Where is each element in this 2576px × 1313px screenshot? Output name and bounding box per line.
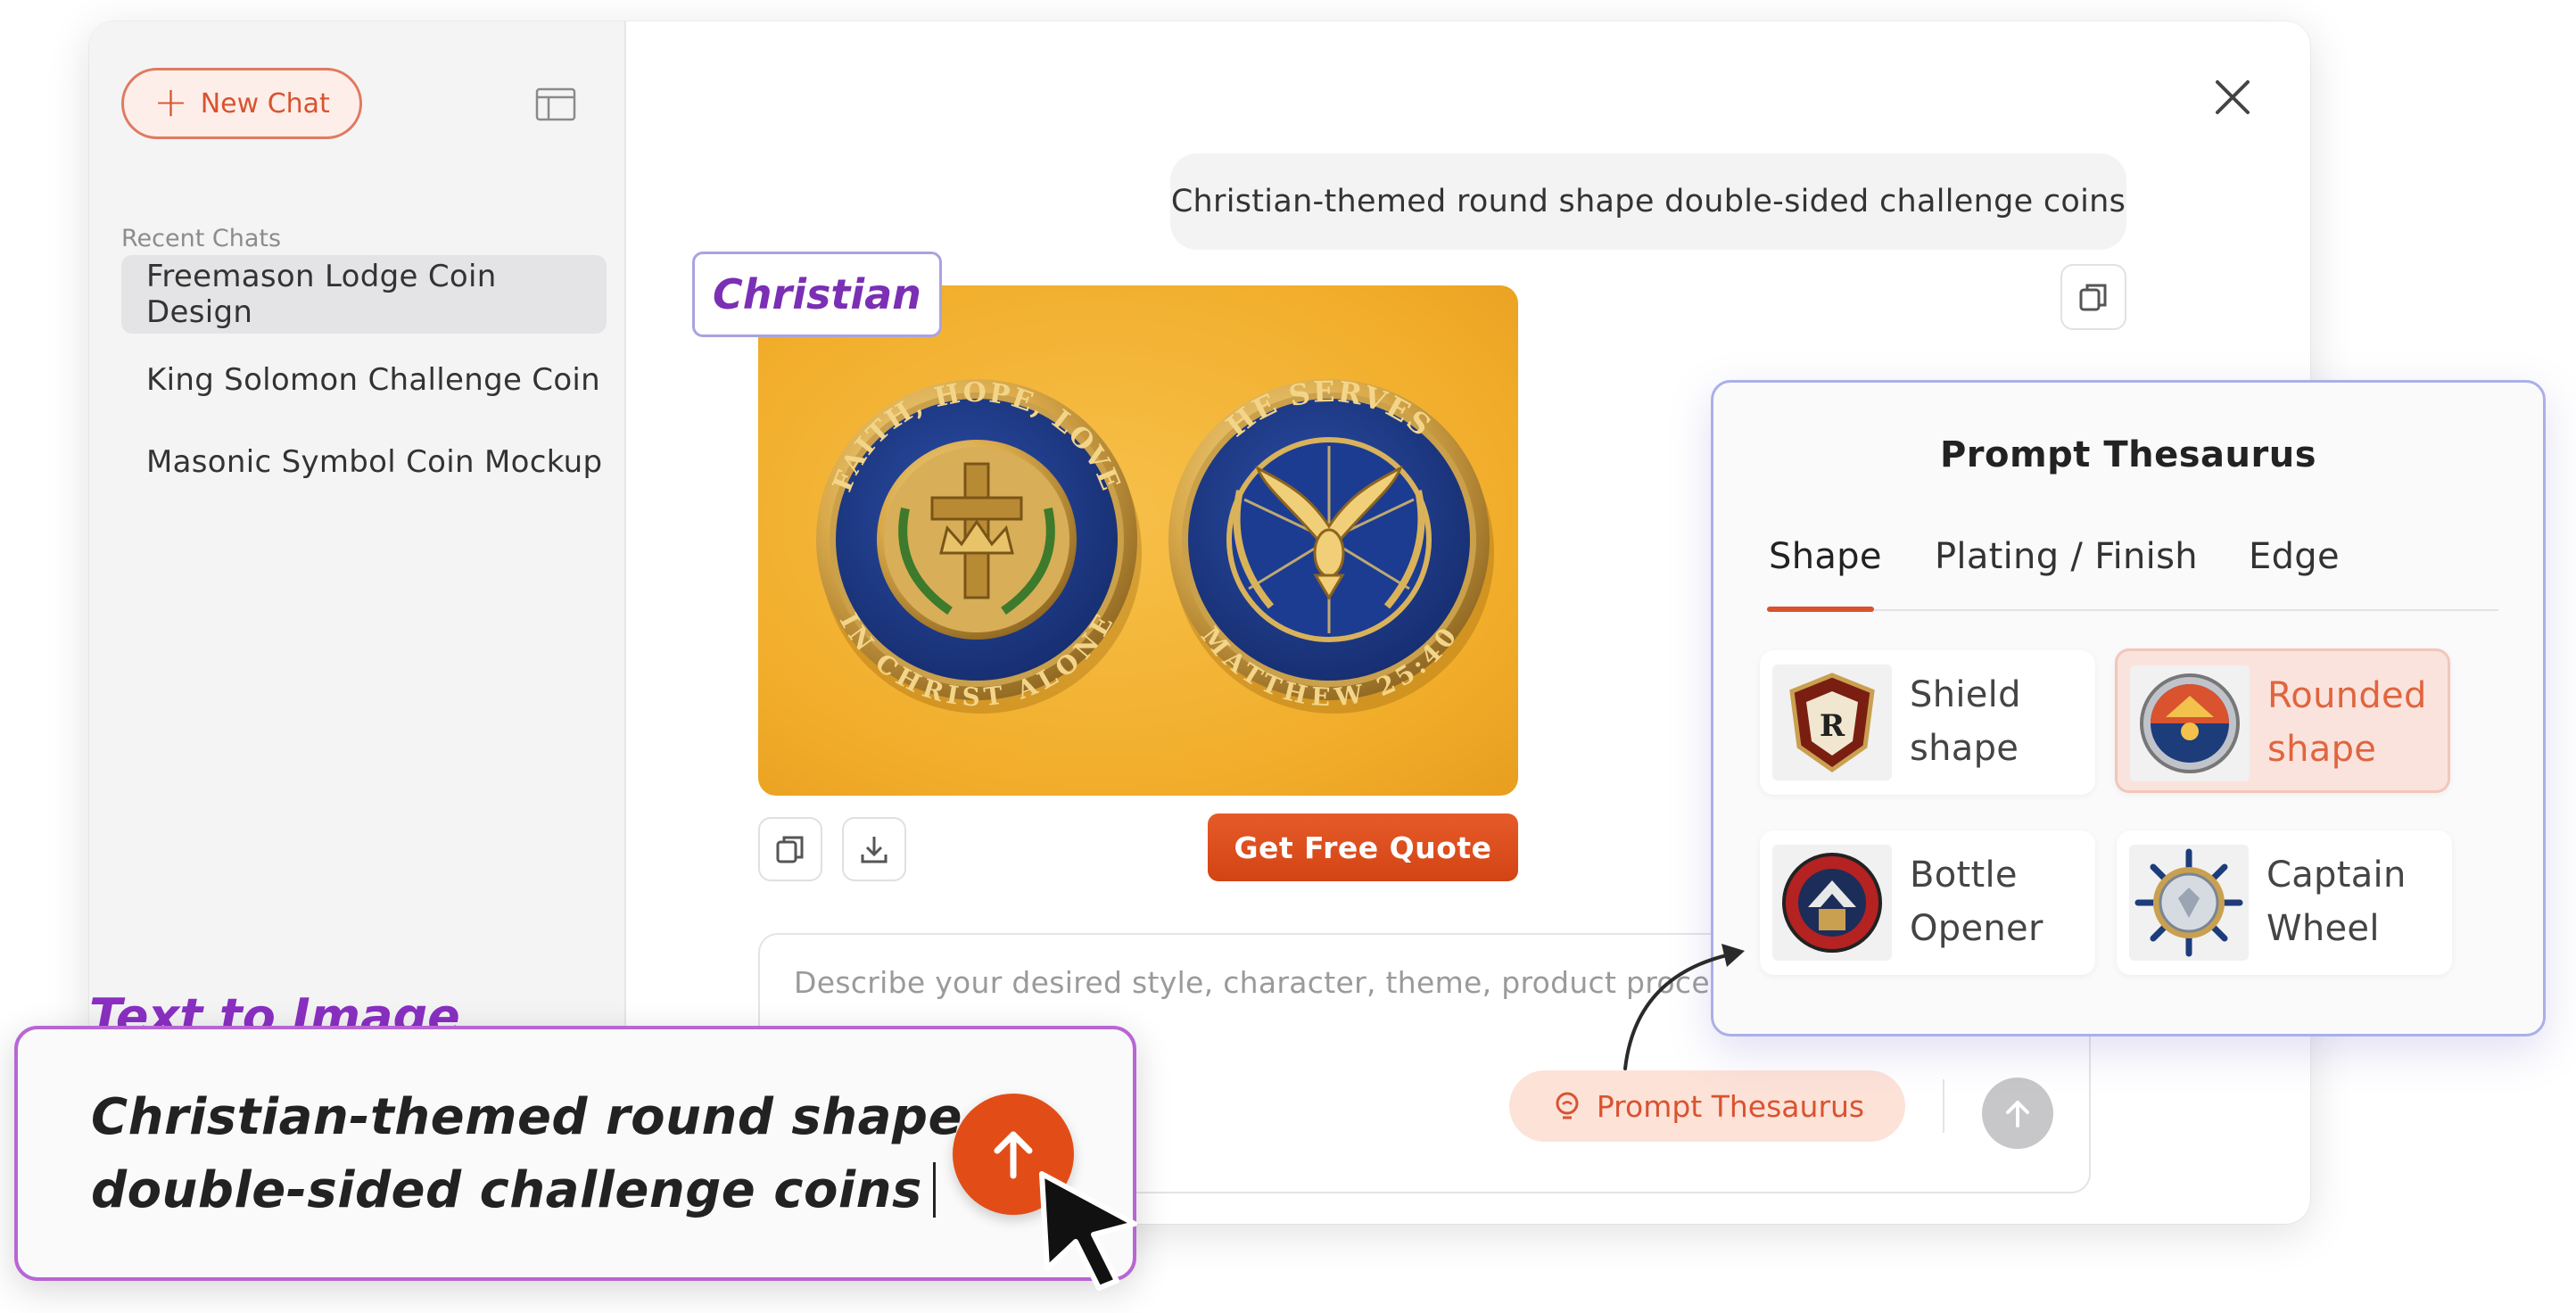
prompt-thesaurus-button[interactable]: Prompt Thesaurus — [1509, 1070, 1905, 1142]
generated-coin-image[interactable]: FAITH, HOPE, LOVE IN CHRIST ALONE HE SER… — [758, 285, 1518, 796]
option-label: Rounded shape — [2267, 675, 2427, 770]
option-label: Shield shape — [1910, 674, 2021, 769]
shield-coin-icon: R — [1772, 665, 1892, 780]
sidebar-toggle-icon[interactable] — [535, 87, 576, 121]
recent-chats-label: Recent Chats — [121, 225, 282, 252]
arrow-up-icon — [2006, 1101, 2029, 1127]
copy-message-button[interactable] — [2060, 264, 2126, 330]
option-bottle-opener[interactable]: Bottle Opener — [1760, 830, 2095, 975]
new-chat-label: New Chat — [200, 87, 330, 120]
option-rounded-shape[interactable]: Rounded shape — [2115, 648, 2450, 793]
lightbulb-icon — [1556, 1092, 1579, 1119]
tab-edge[interactable]: Edge — [2249, 536, 2340, 577]
prompt-thesaurus-label: Prompt Thesaurus — [1596, 1088, 1865, 1124]
tab-divider — [1767, 609, 2498, 611]
round-coin-icon — [2130, 665, 2250, 781]
option-label: Captain Wheel — [2266, 855, 2407, 949]
tab-plating-finish[interactable]: Plating / Finish — [1935, 536, 2198, 577]
download-image-button[interactable] — [842, 817, 906, 881]
download-icon — [861, 837, 888, 863]
text-to-image-callout: Christian-themed round shape double-side… — [14, 1026, 1136, 1281]
prompt-input-placeholder[interactable]: Describe your desired style, character, … — [794, 965, 1730, 1000]
curved-arrow-icon — [1623, 944, 1745, 1070]
get-free-quote-button[interactable]: Get Free Quote — [1208, 813, 1518, 881]
plus-icon: + — [153, 78, 188, 126]
captain-wheel-coin-icon — [2129, 845, 2249, 961]
send-button[interactable] — [1982, 1078, 2053, 1149]
copy-image-button[interactable] — [758, 817, 822, 881]
sidebar-chat-item[interactable]: King Solomon Challenge Coin — [121, 341, 607, 419]
copy-icon — [776, 836, 804, 863]
sidebar-chat-item[interactable]: Masonic Symbol Coin Mockup — [121, 423, 607, 501]
coin-artwork: FAITH, HOPE, LOVE IN CHRIST ALONE HE SER… — [816, 375, 1494, 714]
thesaurus-title: Prompt Thesaurus — [1939, 434, 2317, 475]
tab-shape[interactable]: Shape — [1769, 536, 1882, 577]
option-label: Bottle Opener — [1910, 855, 2043, 949]
mouse-cursor-icon — [1039, 1171, 1137, 1291]
active-tab-indicator — [1767, 607, 1874, 612]
arrow-up-icon — [994, 1131, 1033, 1179]
close-icon[interactable] — [2212, 77, 2253, 118]
new-chat-button[interactable]: + New Chat — [121, 68, 362, 139]
callout-line-1: Christian-themed round shape — [91, 1088, 962, 1146]
text-caret — [932, 1162, 936, 1218]
bottle-opener-coin-icon — [1772, 845, 1892, 961]
sidebar-chat-item[interactable]: Freemason Lodge Coin Design — [121, 255, 607, 334]
svg-text:R: R — [1820, 708, 1845, 744]
divider — [1943, 1079, 1944, 1133]
prompt-thesaurus-panel: Prompt Thesaurus Shape Plating / Finish … — [1711, 380, 2546, 1036]
callout-line-2: double-sided challenge coins — [91, 1161, 936, 1219]
copy-icon — [2079, 284, 2107, 311]
option-shield-shape[interactable]: R Shield shape — [1760, 650, 2095, 795]
user-message-bubble: Christian-themed round shape double-side… — [1170, 153, 2126, 250]
option-captain-wheel[interactable]: Captain Wheel — [2117, 830, 2452, 975]
image-tag-label: Christian — [692, 252, 942, 337]
